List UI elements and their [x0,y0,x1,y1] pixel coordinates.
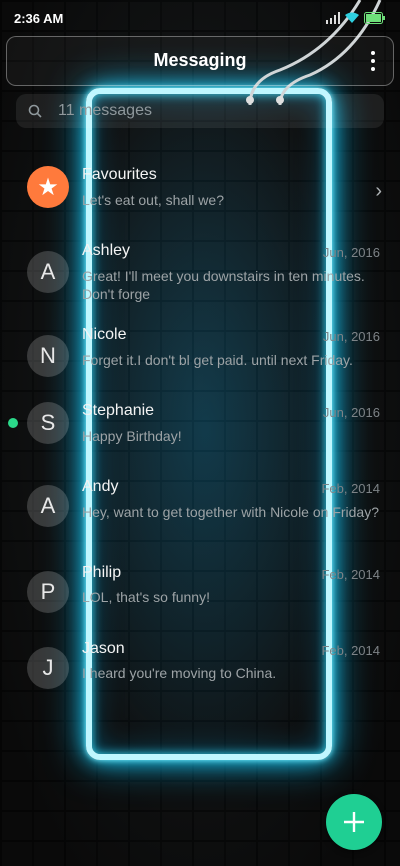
message-preview: I heard you're moving to China. [82,665,277,681]
favourites-row[interactable]: ★ Favourites Let's eat out, shall we? › [0,150,400,224]
avatar: N [27,335,69,377]
more-vertical-icon[interactable] [363,47,383,75]
message-preview: Great! I'll meet you downstairs in ten m… [82,268,365,302]
conversation-item[interactable]: A Andy Feb, 2014 Hey, want to get togeth… [0,468,400,558]
new-message-button[interactable] [326,794,382,850]
message-preview: Happy Birthday! [82,428,182,444]
message-date: Jun, 2016 [322,405,380,420]
avatar: P [27,571,69,613]
contact-name: Ashley [82,242,131,259]
message-date: Feb, 2014 [321,643,380,658]
status-time: 2:36 AM [14,10,64,26]
search-bar[interactable] [16,94,384,128]
favourites-label: Favourites [82,166,157,183]
favourites-preview: Let's eat out, shall we? [82,192,224,208]
search-input[interactable] [56,101,360,121]
star-icon: ★ [27,166,69,208]
signal-icon [326,12,340,24]
message-date: Feb, 2014 [321,481,380,496]
conversation-item[interactable]: P Philip Feb, 2014 LOL, that's so funny! [0,558,400,634]
contact-name: Nicole [82,326,127,343]
search-icon [28,104,42,118]
conversation-item[interactable]: N Nicole Jun, 2016 Forget it.I don't bl … [0,316,400,392]
chevron-right-icon: › [375,180,382,202]
avatar: A [27,251,69,293]
plus-icon [344,812,364,832]
message-preview: LOL, that's so funny! [82,589,210,605]
conversation-item[interactable]: J Jason Feb, 2014 I heard you're moving … [0,634,400,710]
conversation-list: ★ Favourites Let's eat out, shall we? › … [0,150,400,710]
contact-name: Jason [82,640,125,657]
conversation-item[interactable]: S Stephanie Jun, 2016 Happy Birthday! [0,392,400,468]
message-date: Feb, 2014 [321,567,380,582]
status-icons [326,12,386,24]
app-header: Messaging [6,36,394,86]
battery-icon [364,12,385,24]
status-bar: 2:36 AM [0,0,400,36]
unread-indicator [8,418,18,428]
message-date: Jun, 2016 [322,245,380,260]
message-preview: Hey, want to get together with Nicole on… [82,504,380,520]
message-preview: Forget it.I don't bl get paid. until nex… [82,352,353,368]
contact-name: Stephanie [82,402,155,419]
page-title: Messaging [153,50,247,70]
avatar: A [27,485,69,527]
contact-name: Andy [82,478,119,495]
conversation-item[interactable]: A Ashley Jun, 2016 Great! I'll meet you … [0,224,400,316]
avatar: S [27,402,69,444]
contact-name: Philip [82,564,122,581]
message-date: Jun, 2016 [322,329,380,344]
avatar: J [27,647,69,689]
wifi-icon [345,12,359,23]
